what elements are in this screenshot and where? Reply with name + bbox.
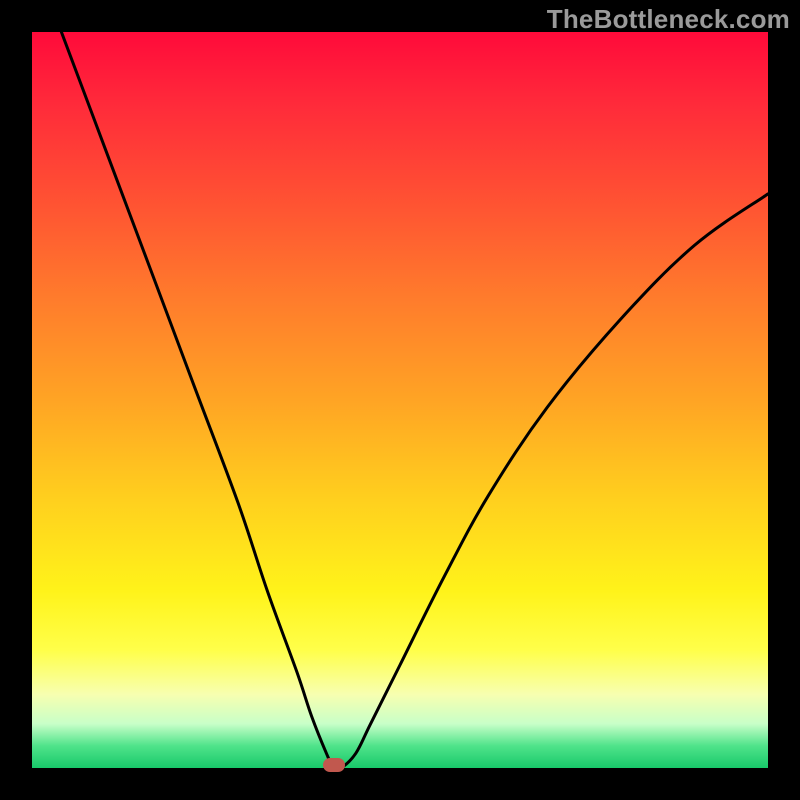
chart-frame: TheBottleneck.com	[0, 0, 800, 800]
optimum-marker	[323, 758, 345, 772]
bottleneck-curve	[32, 32, 768, 768]
curve-path	[61, 32, 768, 768]
watermark-text: TheBottleneck.com	[547, 4, 790, 35]
plot-area	[32, 32, 768, 768]
